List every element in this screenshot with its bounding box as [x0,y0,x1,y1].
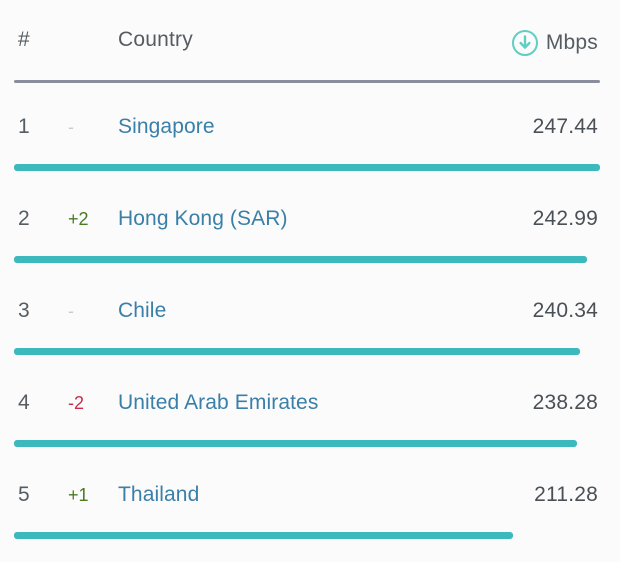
speed-bar-fill [14,440,577,447]
cell-country-link[interactable]: United Arab Emirates [118,391,318,415]
cell-speed-value: 247.44 [533,115,598,139]
table-row-content: 2 +2 Hong Kong (SAR) 242.99 [0,188,620,250]
speed-bar-fill [14,348,580,355]
table-header: # Country Mbps [0,0,620,86]
table-row-content: 5 +1 Thailand 211.28 [0,464,620,526]
cell-country-link[interactable]: Thailand [118,483,199,507]
speed-bar-track [14,164,600,171]
table-row-content: 3 - Chile 240.34 [0,280,620,342]
table-row-5[interactable]: 5 +1 Thailand 211.28 [0,464,620,556]
cell-rank-change: - [68,117,74,138]
cell-rank: 3 [18,299,30,323]
speed-bar-fill [14,532,513,539]
cell-country-link[interactable]: Hong Kong (SAR) [118,207,288,231]
table-row-content: 1 - Singapore 247.44 [0,96,620,158]
speed-bar-track [14,532,600,539]
table-row-1[interactable]: 1 - Singapore 247.44 [0,96,620,188]
speed-bar-track [14,256,600,263]
table-row-4[interactable]: 4 -2 United Arab Emirates 238.28 [0,372,620,464]
cell-rank-change: -2 [68,393,84,414]
speedtest-ranking-table: # Country Mbps 1 - Singapore 247.44 [0,0,620,562]
cell-rank: 4 [18,391,30,415]
cell-speed-value: 238.28 [533,391,598,415]
table-row-content: 4 -2 United Arab Emirates 238.28 [0,372,620,434]
speed-bar-track [14,440,600,447]
cell-rank: 1 [18,115,30,139]
download-circle-icon [511,29,539,57]
cell-speed-value: 242.99 [533,207,598,231]
speed-bar-fill [14,164,600,171]
cell-country-link[interactable]: Singapore [118,115,215,139]
cell-rank-change: - [68,301,74,322]
table-row-3[interactable]: 3 - Chile 240.34 [0,280,620,372]
cell-rank: 5 [18,483,30,507]
cell-rank: 2 [18,207,30,231]
speed-bar-fill [14,256,587,263]
table-row-2[interactable]: 2 +2 Hong Kong (SAR) 242.99 [0,188,620,280]
cell-rank-change: +1 [68,485,89,506]
cell-speed-value: 240.34 [533,299,598,323]
column-header-country: Country [118,28,193,52]
cell-speed-value: 211.28 [534,483,598,507]
column-header-mbps-label: Mbps [546,31,598,55]
cell-country-link[interactable]: Chile [118,299,166,323]
column-header-mbps[interactable]: Mbps [511,29,598,57]
speed-bar-track [14,348,600,355]
header-divider [14,80,600,83]
cell-rank-change: +2 [68,209,89,230]
column-header-rank: # [18,28,30,52]
